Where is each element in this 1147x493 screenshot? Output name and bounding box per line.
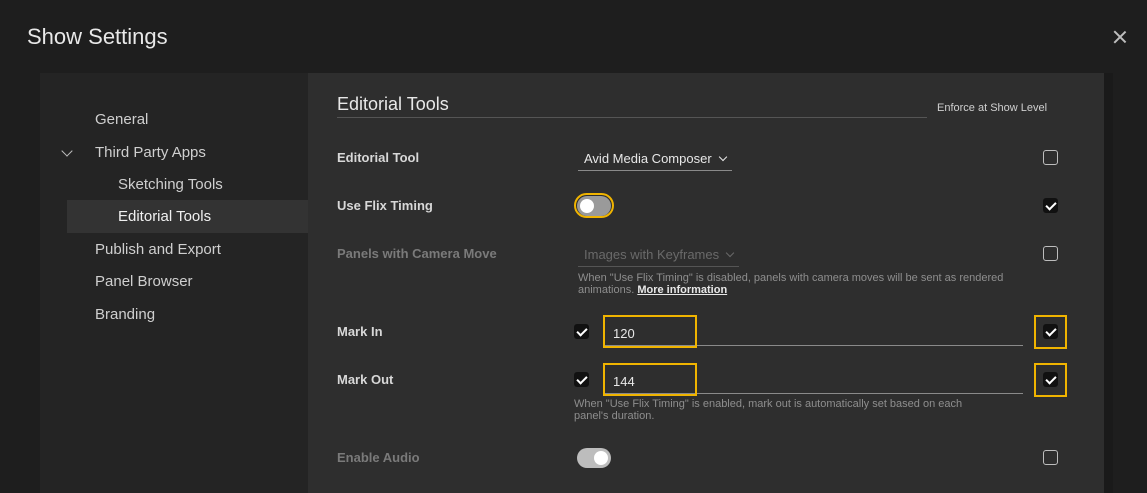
dialog-title: Show Settings (27, 24, 168, 49)
mark-in-input-highlight (603, 315, 697, 348)
panels-camera-move-enforce-checkbox[interactable] (1043, 246, 1058, 261)
sidebar-item-sketching-tools[interactable]: Sketching Tools (118, 176, 223, 193)
panels-camera-move-value: Images with Keyframes (584, 247, 720, 262)
enable-audio-toggle[interactable] (577, 448, 611, 468)
mark-out-input-highlight (603, 363, 697, 396)
mark-out-label: Mark Out (337, 372, 394, 387)
sidebar-item-editorial-tools[interactable]: Editorial Tools (118, 208, 211, 225)
mark-in-enable-checkbox[interactable] (574, 324, 589, 339)
editorial-tool-value: Avid Media Composer (584, 151, 712, 166)
close-icon[interactable] (1110, 27, 1130, 47)
sidebar-item-third-party-apps[interactable]: Third Party Apps (95, 144, 206, 161)
sidebar-item-panel-browser[interactable]: Panel Browser (95, 273, 193, 290)
title-divider (337, 117, 927, 118)
editorial-tool-select[interactable]: Avid Media Composer (578, 151, 732, 171)
mark-in-enforce-checkbox[interactable] (1043, 324, 1058, 339)
panels-camera-move-helper: When "Use Flix Timing" is disabled, pane… (578, 272, 1003, 296)
section-title: Editorial Tools (337, 94, 449, 114)
use-flix-timing-label: Use Flix Timing (337, 198, 433, 213)
show-settings-dialog: Show Settings General Third Party Apps S… (0, 0, 1147, 493)
helper-line-1: When "Use Flix Timing" is disabled, pane… (578, 272, 1004, 284)
more-information-link[interactable]: More information (637, 284, 727, 296)
mark-out-enforce-checkbox[interactable] (1043, 372, 1058, 387)
sidebar-item-general[interactable]: General (95, 111, 148, 128)
scrollbar[interactable] (1104, 73, 1113, 493)
chevron-down-icon (725, 248, 735, 258)
helper-line-2: animations. (578, 284, 635, 296)
chevron-down-icon (718, 152, 727, 162)
use-flix-timing-enforce-checkbox[interactable] (1043, 198, 1058, 213)
helper-line-1: When "Use Flix Timing" is enabled, mark … (574, 398, 963, 410)
sidebar-item-publish-and-export[interactable]: Publish and Export (95, 241, 221, 258)
mark-in-label: Mark In (337, 324, 383, 339)
use-flix-timing-toggle[interactable] (577, 196, 611, 216)
mark-out-enable-checkbox[interactable] (574, 372, 589, 387)
enable-audio-enforce-checkbox[interactable] (1043, 450, 1058, 465)
helper-line-2: panel's duration. (574, 410, 655, 422)
editorial-tool-label: Editorial Tool (337, 150, 420, 165)
chevron-down-icon[interactable] (61, 145, 73, 157)
editorial-tool-enforce-checkbox[interactable] (1043, 150, 1058, 165)
enable-audio-label: Enable Audio (337, 450, 420, 465)
panels-camera-move-label: Panels with Camera Move (337, 246, 497, 261)
mark-out-helper: When "Use Flix Timing" is enabled, mark … (574, 398, 962, 422)
sidebar-item-branding[interactable]: Branding (95, 306, 155, 323)
panels-camera-move-select[interactable]: Images with Keyframes (578, 247, 740, 267)
enforce-column-header: Enforce at Show Level (937, 102, 1048, 114)
